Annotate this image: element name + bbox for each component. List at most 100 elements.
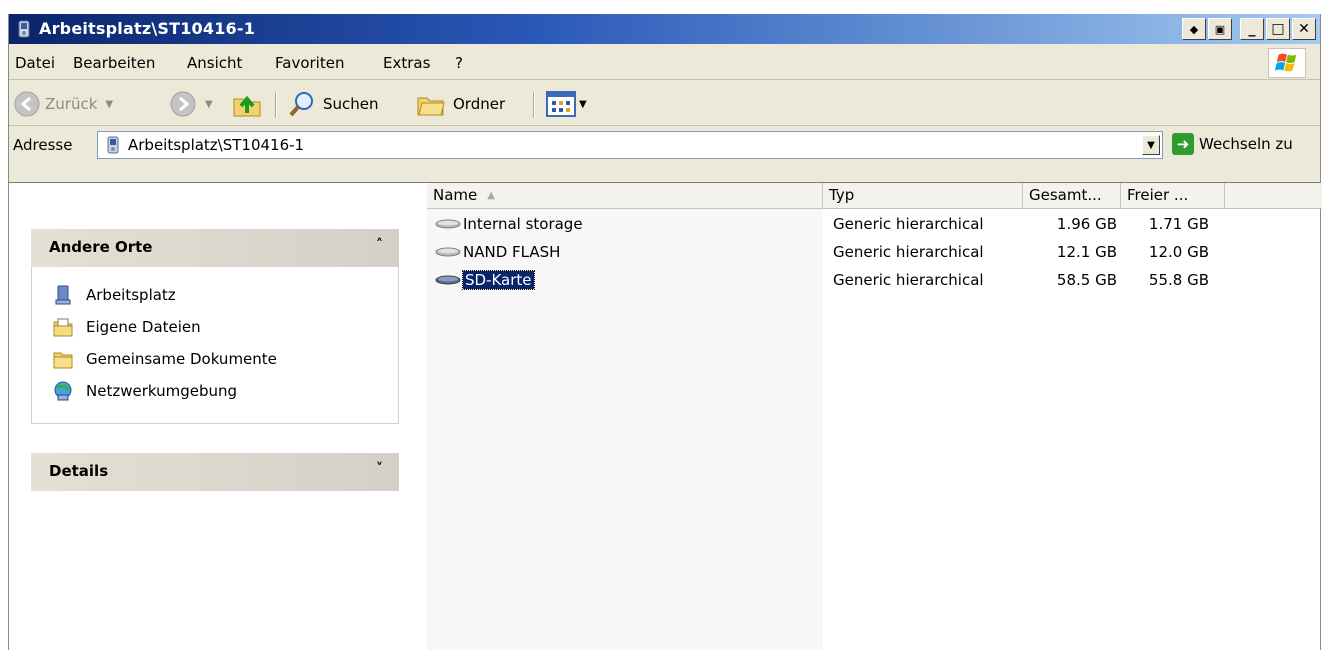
address-dropdown-button[interactable]: ▼	[1142, 135, 1160, 155]
address-value: Arbeitsplatz\ST10416-1	[128, 136, 305, 154]
column-label: Name	[433, 186, 478, 204]
windows-logo-icon	[1268, 48, 1306, 78]
column-header-type[interactable]: Typ	[823, 183, 1023, 209]
column-header-filler	[1225, 183, 1322, 209]
link-label: Arbeitsplatz	[86, 286, 176, 304]
address-label: Adresse	[13, 136, 73, 154]
link-gemeinsame-dokumente[interactable]: Gemeinsame Dokumente	[32, 343, 398, 375]
views-button[interactable]: ▼	[545, 88, 587, 120]
link-eigene-dateien[interactable]: Eigene Dateien	[32, 311, 398, 343]
address-input[interactable]: Arbeitsplatz\ST10416-1 ▼	[97, 131, 1163, 159]
title-buttons: ◆ ▣ _ □ ✕	[1182, 18, 1316, 40]
pin-icon[interactable]: ◆	[1182, 18, 1206, 40]
item-free: 55.8 GB	[1148, 271, 1209, 289]
toolbar: Zurück ▼ ▼ Suchen Ordner ▼	[9, 82, 1320, 126]
go-label: Wechseln zu	[1199, 135, 1293, 153]
item-total: 58.5 GB	[1056, 271, 1117, 289]
link-netzwerkumgebung[interactable]: Netzwerkumgebung	[32, 375, 398, 407]
file-list: Name ▲ Typ Gesamt... Freier ... Internal …	[427, 183, 1322, 650]
item-free: 1.71 GB	[1148, 215, 1209, 233]
chevron-down-icon[interactable]: ▼	[579, 99, 587, 110]
menu-datei[interactable]: Datei	[15, 54, 55, 72]
item-type: Generic hierarchical	[833, 215, 984, 233]
menu-extras[interactable]: Extras	[383, 54, 430, 72]
window-title: Arbeitsplatz\ST10416-1	[39, 19, 256, 38]
restore-small-icon[interactable]: ▣	[1208, 18, 1232, 40]
chevron-down-icon[interactable]: ▼	[205, 99, 213, 110]
folders-label: Ordner	[453, 95, 506, 113]
drive-icon	[435, 247, 461, 257]
list-item[interactable]: Internal storage Generic hierarchical 1.…	[427, 211, 1227, 239]
up-folder-button[interactable]	[231, 88, 263, 120]
item-name: Internal storage	[463, 215, 583, 233]
item-total: 12.1 GB	[1056, 243, 1117, 261]
item-name-cell: NAND FLASH	[435, 243, 560, 261]
list-item[interactable]: NAND FLASH Generic hierarchical 12.1 GB …	[427, 239, 1227, 267]
list-item-selected[interactable]: SD-Karte Generic hierarchical 58.5 GB 55…	[427, 267, 1227, 295]
menu-bearbeiten[interactable]: Bearbeiten	[73, 54, 155, 72]
column-header-name[interactable]: Name ▲	[427, 183, 823, 209]
details-title: Details	[49, 462, 109, 480]
item-name: NAND FLASH	[463, 243, 561, 261]
other-places-header[interactable]: Andere Orte ˄	[31, 229, 399, 267]
content-area: Andere Orte ˄ Arbeitsplatz Eigene Dateie…	[9, 182, 1322, 650]
item-name: SD-Karte	[462, 270, 535, 290]
title-bar[interactable]: Arbeitsplatz\ST10416-1 ◆ ▣ _ □ ✕	[9, 14, 1320, 44]
column-header-free[interactable]: Freier ...	[1121, 183, 1225, 209]
minimize-button[interactable]: _	[1240, 18, 1264, 40]
folder-up-icon	[233, 95, 261, 117]
expand-chevron-icon[interactable]: ˅	[376, 461, 383, 477]
toolbar-separator	[533, 92, 535, 118]
task-pane: Andere Orte ˄ Arbeitsplatz Eigene Dateie…	[9, 183, 427, 650]
link-label: Netzwerkumgebung	[86, 382, 238, 400]
other-places-title: Andere Orte	[49, 238, 153, 256]
my-documents-icon	[53, 318, 73, 337]
folder-icon	[53, 352, 73, 369]
menu-favoriten[interactable]: Favoriten	[275, 54, 344, 72]
back-arrow-icon	[14, 91, 40, 117]
drive-icon	[435, 275, 461, 285]
item-total: 1.96 GB	[1056, 215, 1117, 233]
forward-button[interactable]: ▼	[169, 88, 213, 120]
folders-icon	[417, 97, 445, 116]
go-arrow-icon: ➜	[1172, 133, 1194, 155]
back-label: Zurück	[45, 95, 98, 113]
views-icon	[546, 91, 576, 117]
close-button[interactable]: ✕	[1292, 18, 1316, 40]
folders-button[interactable]: Ordner	[415, 88, 505, 120]
explorer-window: Arbeitsplatz\ST10416-1 ◆ ▣ _ □ ✕ Datei B…	[8, 14, 1322, 650]
link-arbeitsplatz[interactable]: Arbeitsplatz	[32, 279, 398, 311]
search-button[interactable]: Suchen	[287, 88, 379, 120]
collapse-chevron-icon[interactable]: ˄	[376, 237, 383, 253]
sort-ascending-icon: ▲	[487, 190, 495, 201]
computer-icon	[55, 285, 71, 305]
search-icon	[289, 92, 313, 117]
toolbar-separator	[275, 92, 277, 118]
item-free: 12.0 GB	[1148, 243, 1209, 261]
column-header-total[interactable]: Gesamt...	[1023, 183, 1121, 209]
address-bar: Adresse Arbeitsplatz\ST10416-1 ▼ ➜ Wechs…	[9, 128, 1320, 162]
go-button[interactable]: ➜ Wechseln zu	[1172, 133, 1293, 155]
item-name-cell: SD-Karte	[435, 270, 535, 290]
portable-device-icon	[107, 136, 119, 154]
menu-bar: Datei Bearbeiten Ansicht Favoriten Extra…	[9, 46, 1320, 80]
menu-ansicht[interactable]: Ansicht	[187, 54, 242, 72]
portable-device-icon	[18, 20, 30, 38]
drive-icon	[435, 219, 461, 229]
search-label: Suchen	[323, 95, 379, 113]
link-label: Eigene Dateien	[86, 318, 201, 336]
link-label: Gemeinsame Dokumente	[86, 350, 277, 368]
item-type: Generic hierarchical	[833, 271, 984, 289]
forward-arrow-icon	[170, 91, 196, 117]
back-button[interactable]: Zurück ▼	[13, 88, 113, 120]
chevron-down-icon[interactable]: ▼	[105, 99, 113, 110]
maximize-button[interactable]: □	[1266, 18, 1290, 40]
details-header[interactable]: Details ˅	[31, 453, 399, 491]
network-icon	[54, 381, 72, 401]
other-places-panel: Andere Orte ˄ Arbeitsplatz Eigene Dateie…	[31, 229, 399, 424]
item-name-cell: Internal storage	[435, 215, 583, 233]
item-type: Generic hierarchical	[833, 243, 984, 261]
other-places-body: Arbeitsplatz Eigene Dateien Gemeinsame D…	[31, 267, 399, 424]
menu-help[interactable]: ?	[455, 54, 463, 72]
details-panel: Details ˅	[31, 453, 399, 491]
